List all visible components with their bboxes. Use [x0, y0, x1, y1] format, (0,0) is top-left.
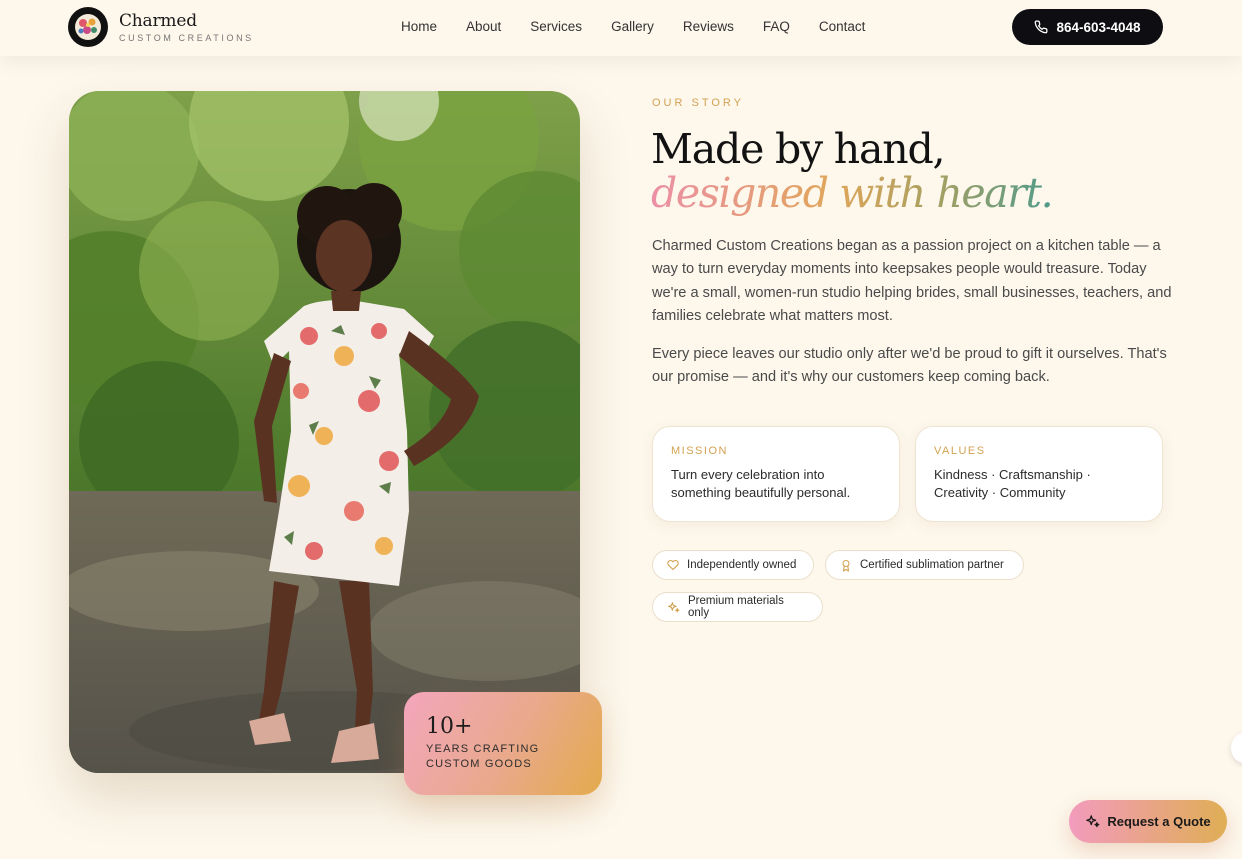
pill-independently-owned: Independently owned — [652, 550, 814, 580]
experience-value: 10+ — [426, 714, 473, 739]
values-card: VALUES Kindness · Craftsmanship · Creati… — [915, 426, 1163, 522]
nav-about[interactable]: About — [466, 19, 501, 34]
nav-contact[interactable]: Contact — [819, 19, 866, 34]
mission-card: MISSION Turn every celebration into some… — [652, 426, 900, 522]
experience-badge: 10+ YEARS CRAFTING CUSTOM GOODS — [404, 692, 602, 795]
nav-reviews[interactable]: Reviews — [683, 19, 734, 34]
story-paragraph-1: Charmed Custom Creations began as a pass… — [652, 238, 1172, 324]
experience-label: YEARS CRAFTING CUSTOM GOODS — [426, 743, 540, 770]
request-quote-label: Request a Quote — [1107, 814, 1211, 829]
nav-home[interactable]: Home — [401, 19, 437, 34]
pill-label: Independently owned — [687, 559, 797, 571]
mission-card-title: MISSION — [671, 445, 728, 457]
pill-certified-partner: Certified sublimation partner — [825, 550, 1024, 580]
pill-premium-materials: Premium materials only — [652, 592, 823, 622]
scroll-widget[interactable] — [1231, 733, 1242, 763]
values-card-text: Kindness · Craftsmanship · Creativity · … — [934, 467, 1091, 500]
sparkle-icon — [668, 601, 680, 612]
heart-icon — [667, 559, 679, 571]
phone-icon — [1035, 20, 1048, 34]
main-nav: Home About Services Gallery Reviews FAQ … — [401, 19, 894, 34]
section-eyebrow: OUR STORY — [652, 97, 744, 109]
sparkle-icon — [1086, 815, 1100, 828]
nav-gallery[interactable]: Gallery — [611, 19, 654, 34]
brand-name: Charmed — [119, 10, 197, 31]
phone-number: 864-603-4048 — [1056, 19, 1141, 35]
nav-services[interactable]: Services — [530, 19, 582, 34]
phone-button[interactable]: 864-603-4048 — [1012, 9, 1163, 45]
headline-line-2: designed with heart. — [651, 169, 1054, 217]
brand-text: Charmed CUSTOM CREATIONS — [119, 12, 254, 43]
brand-tagline: CUSTOM CREATIONS — [119, 32, 254, 43]
pill-label: Certified sublimation partner — [860, 559, 1004, 571]
story-paragraph-2: Every piece leaves our studio only after… — [652, 346, 1167, 386]
brand-logo[interactable]: Charmed CUSTOM CREATIONS — [68, 7, 254, 47]
award-icon — [842, 559, 850, 572]
headline-line-1: Made by hand, — [651, 125, 946, 173]
pill-label: Premium materials only — [687, 595, 784, 619]
founder-photo — [69, 91, 580, 773]
mission-card-text: Turn every celebration into something be… — [671, 467, 851, 500]
values-card-title: VALUES — [934, 445, 986, 457]
request-quote-button[interactable]: Request a Quote — [1069, 800, 1227, 843]
site-header: Charmed CUSTOM CREATIONS Home About Serv… — [0, 0, 1242, 56]
floral-logo-icon — [68, 7, 108, 47]
nav-faq[interactable]: FAQ — [763, 19, 790, 34]
